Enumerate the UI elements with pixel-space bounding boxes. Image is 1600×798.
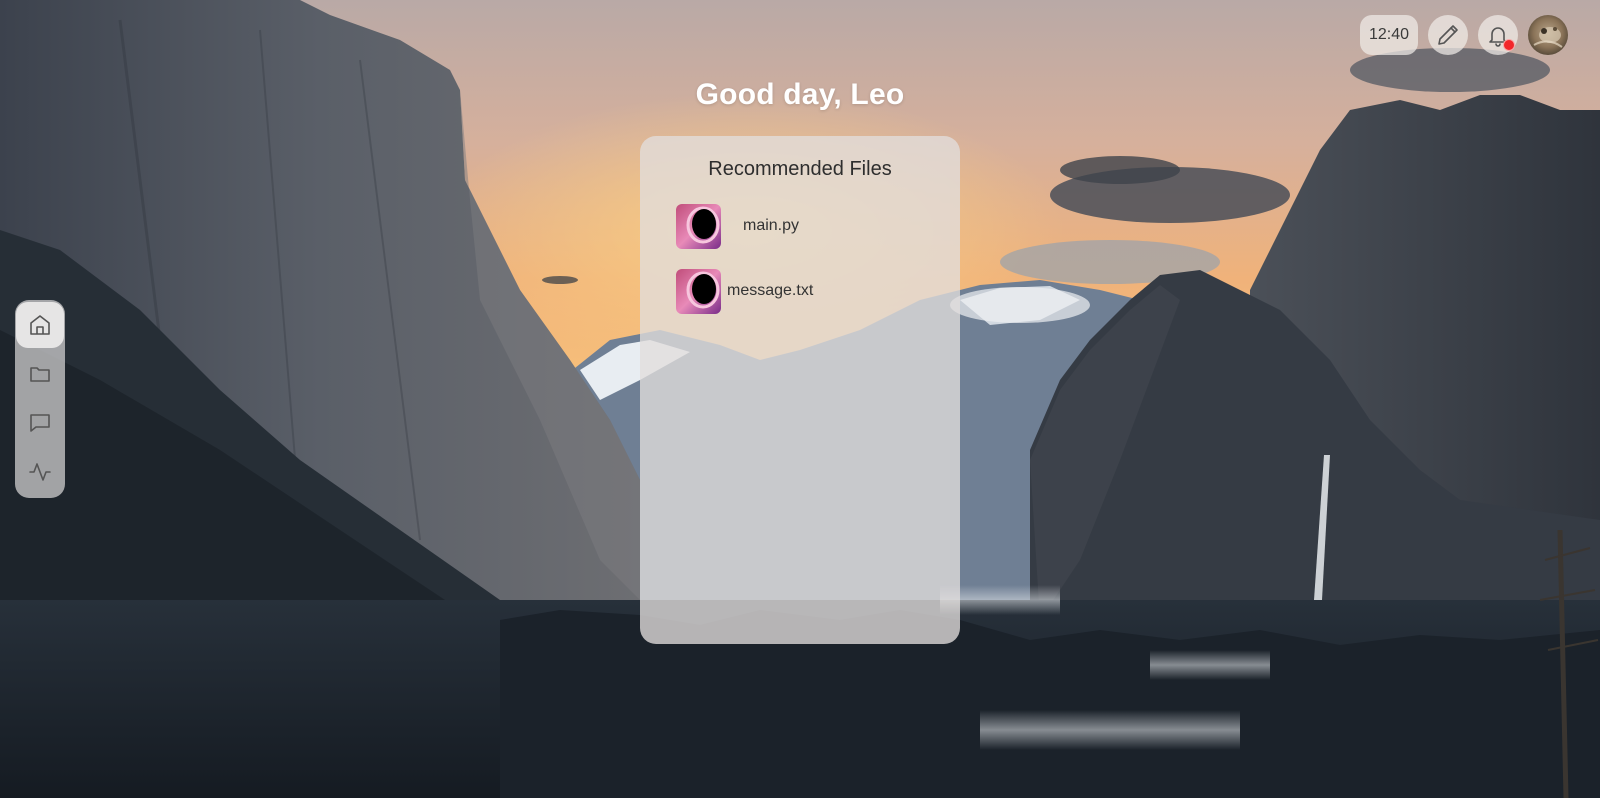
file-list: main.py message.txt: [640, 203, 960, 314]
dock-item-activity[interactable]: [16, 449, 64, 495]
file-thumbnail-icon: [676, 268, 721, 314]
panel-title: Recommended Files: [708, 158, 892, 180]
pencil-icon: [1438, 25, 1458, 45]
notifications-button[interactable]: [1478, 15, 1518, 55]
user-avatar[interactable]: [1528, 15, 1568, 55]
clock: 12:40: [1360, 15, 1418, 55]
notification-badge: [1503, 39, 1515, 51]
home-icon: [30, 315, 50, 335]
dock-item-home[interactable]: [16, 302, 64, 348]
edit-button[interactable]: [1428, 15, 1468, 55]
file-name: message.txt: [727, 282, 814, 299]
file-item-main-py[interactable]: main.py: [676, 203, 960, 249]
file-item-message-txt[interactable]: message.txt: [676, 268, 960, 314]
avatar-image: [1528, 15, 1568, 55]
left-dock: [15, 300, 65, 498]
folder-icon: [30, 367, 50, 382]
recommended-files-panel: Recommended Files main.py message.txt: [640, 136, 960, 644]
desktop: 12:40 Good day, Leo Recommended Files ma…: [0, 0, 1600, 798]
chat-icon: [30, 414, 50, 432]
top-right-controls: 12:40: [1360, 15, 1568, 55]
greeting-heading: Good day, Leo: [695, 78, 905, 111]
activity-icon: [29, 463, 51, 481]
file-name: main.py: [742, 217, 800, 234]
dock-item-files[interactable]: [16, 351, 64, 397]
dock-item-messages[interactable]: [16, 400, 64, 446]
file-thumbnail-icon: [676, 203, 721, 249]
